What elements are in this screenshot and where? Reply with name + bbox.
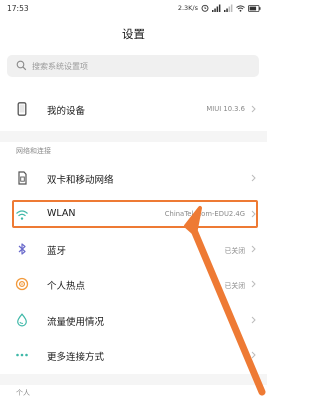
annotation-arrow [184,206,266,396]
